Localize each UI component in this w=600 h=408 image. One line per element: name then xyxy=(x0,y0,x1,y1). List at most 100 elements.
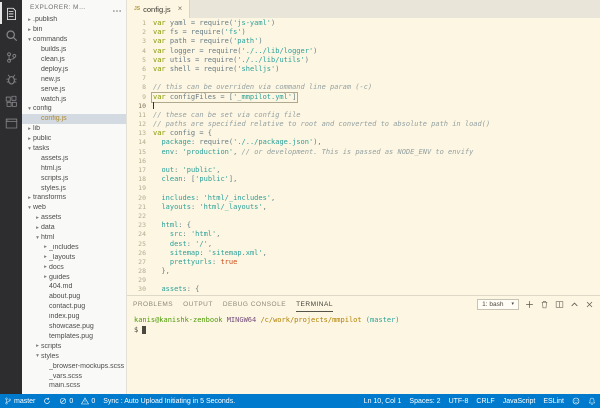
tree-file-watch-js[interactable]: watch.js xyxy=(22,94,126,104)
code-line[interactable]: 20 includes: 'html/_includes', xyxy=(127,194,600,203)
code-line[interactable]: 3var path = require('path') xyxy=(127,37,600,46)
tree-file-about-pug[interactable]: about.pug xyxy=(22,292,126,302)
status-eol[interactable]: CRLF xyxy=(472,394,498,408)
tree-folder-web[interactable]: ▾web xyxy=(22,203,126,213)
explorer-icon[interactable] xyxy=(0,2,22,24)
tree-folder-docs[interactable]: ▸docs xyxy=(22,262,126,272)
code-line[interactable]: 22 xyxy=(127,212,600,221)
tree-folder-assets[interactable]: ▸assets xyxy=(22,213,126,223)
tree-file-html-js[interactable]: html.js xyxy=(22,163,126,173)
tree-folder-html[interactable]: ▾html xyxy=(22,233,126,243)
code-line[interactable]: 1var yaml = require('js-yaml') xyxy=(127,19,600,28)
terminal-picker[interactable]: 1: bash xyxy=(477,299,519,310)
tree-folder-styles[interactable]: ▾styles xyxy=(22,351,126,361)
status-eslint[interactable]: ESLint xyxy=(539,394,568,408)
tree-folder-config[interactable]: ▾config xyxy=(22,104,126,114)
status-notifications[interactable] xyxy=(584,394,600,408)
code-line[interactable]: 26 sitemap: 'sitemap.xml', xyxy=(127,249,600,258)
close-icon[interactable] xyxy=(178,5,183,13)
preview-icon[interactable] xyxy=(0,112,22,134)
code-line[interactable]: 2var fs = require('fs') xyxy=(127,28,600,37)
tab-config-js[interactable]: JS config.js xyxy=(127,0,190,18)
tree-file-contact-pug[interactable]: contact.pug xyxy=(22,302,126,312)
code-line[interactable]: 24 src: 'html', xyxy=(127,230,600,239)
trash-icon[interactable] xyxy=(539,299,549,309)
tree-file-showcase-pug[interactable]: showcase.pug xyxy=(22,322,126,332)
tree-file-index-pug[interactable]: index.pug xyxy=(22,312,126,322)
code-line[interactable]: 19 xyxy=(127,184,600,193)
tree-file-deploy-js[interactable]: deploy.js xyxy=(22,64,126,74)
tree-folder-public[interactable]: ▸public xyxy=(22,134,126,144)
panel-tab-terminal[interactable]: TERMINAL xyxy=(296,296,333,312)
code-line[interactable]: 8// this can be overriden via command li… xyxy=(127,83,600,92)
search-icon[interactable] xyxy=(0,24,22,46)
status-errors[interactable]: 0 xyxy=(55,394,77,408)
code-line[interactable]: 23 html: { xyxy=(127,221,600,230)
code-line[interactable]: 5var utils = require('./../lib/utils') xyxy=(127,56,600,65)
code-line[interactable]: 28 }, xyxy=(127,267,600,276)
code-line[interactable]: 29 xyxy=(127,276,600,285)
tree-folder-scripts[interactable]: ▸scripts xyxy=(22,341,126,351)
status-sync[interactable] xyxy=(39,394,55,408)
code-line[interactable]: 6var shell = require('shelljs') xyxy=(127,65,600,74)
source-control-icon[interactable] xyxy=(0,46,22,68)
status-indentation[interactable]: Spaces: 2 xyxy=(405,394,444,408)
code-line[interactable]: 11// these can be set via config file xyxy=(127,111,600,120)
close-icon[interactable] xyxy=(584,299,594,309)
panel-tab-output[interactable]: OUTPUT xyxy=(183,296,213,312)
status-warnings[interactable]: 0 xyxy=(77,394,99,408)
status-git-branch[interactable]: master xyxy=(0,394,39,408)
tree-file-404-md[interactable]: 404.md xyxy=(22,282,126,292)
panel-tab-debug-console[interactable]: DEBUG CONSOLE xyxy=(223,296,286,312)
tree-file-builds-js[interactable]: builds.js xyxy=(22,45,126,55)
tree-folder--layouts[interactable]: ▸_layouts xyxy=(22,252,126,262)
tree-file-serve-js[interactable]: serve.js xyxy=(22,84,126,94)
terminal-content[interactable]: kanis@kanishk-zenbook MINGW64 /c/work/pr… xyxy=(127,312,600,394)
code-line[interactable]: 15 env: 'production', // or development.… xyxy=(127,148,600,157)
status-language-mode[interactable]: JavaScript xyxy=(499,394,540,408)
code-line[interactable]: 16 xyxy=(127,157,600,166)
tree-file-config-js[interactable]: config.js xyxy=(22,114,126,124)
status-encoding[interactable]: UTF-8 xyxy=(445,394,473,408)
tree-file-scripts-js[interactable]: scripts.js xyxy=(22,173,126,183)
tree-folder-guides[interactable]: ▸guides xyxy=(22,272,126,282)
more-actions-icon[interactable] xyxy=(112,3,122,13)
tree-folder-data[interactable]: ▸data xyxy=(22,223,126,233)
debug-icon[interactable] xyxy=(0,68,22,90)
tree-file-styles-js[interactable]: styles.js xyxy=(22,183,126,193)
chevron-up-icon[interactable] xyxy=(569,299,579,309)
tree-file-new-js[interactable]: new.js xyxy=(22,74,126,84)
code-line[interactable]: 18 clean: ['public'], xyxy=(127,175,600,184)
code-editor[interactable]: 1var yaml = require('js-yaml')2var fs = … xyxy=(127,18,600,295)
tree-folder--includes[interactable]: ▸_includes xyxy=(22,242,126,252)
tree-file-clean-js[interactable]: clean.js xyxy=(22,55,126,65)
tree-folder-commands[interactable]: ▾commands xyxy=(22,35,126,45)
code-line[interactable]: 9var configFiles = ['_mmpilot.yml'] xyxy=(127,93,600,102)
tree-file-assets-js[interactable]: assets.js xyxy=(22,153,126,163)
code-line[interactable]: 14 package: require('./../package.json')… xyxy=(127,138,600,147)
tree-file--vars-scss[interactable]: _vars.scss xyxy=(22,371,126,381)
code-line[interactable]: 21 layouts: 'html/_layouts', xyxy=(127,203,600,212)
status-feedback[interactable] xyxy=(568,394,584,408)
code-line[interactable]: 4var logger = require('./../lib/logger') xyxy=(127,47,600,56)
tree-file-main-scss[interactable]: main.scss xyxy=(22,381,126,391)
tree-folder-tasks[interactable]: ▾tasks xyxy=(22,144,126,154)
extensions-icon[interactable] xyxy=(0,90,22,112)
code-line[interactable]: 25 dest: '/', xyxy=(127,240,600,249)
code-line[interactable]: 10 xyxy=(127,102,600,111)
split-icon[interactable] xyxy=(554,299,564,309)
status-sync-status[interactable]: Sync : Auto Upload Initiating in 5 Secon… xyxy=(99,394,239,408)
code-line[interactable]: 13var config = { xyxy=(127,129,600,138)
panel-tab-problems[interactable]: PROBLEMS xyxy=(133,296,173,312)
status-cursor-position[interactable]: Ln 10, Col 1 xyxy=(360,394,406,408)
tree-folder-bin[interactable]: ▸bin xyxy=(22,25,126,35)
tree-file--browser-mockups-scss[interactable]: _browser-mockups.scss xyxy=(22,361,126,371)
tree-folder-lib[interactable]: ▸lib xyxy=(22,124,126,134)
code-line[interactable]: 12// paths are specified relative to roo… xyxy=(127,120,600,129)
tree-file-templates-pug[interactable]: templates.pug xyxy=(22,332,126,342)
code-line[interactable]: 7 xyxy=(127,74,600,83)
code-line[interactable]: 17 out: 'public', xyxy=(127,166,600,175)
code-line[interactable]: 30 assets: { xyxy=(127,285,600,294)
plus-icon[interactable] xyxy=(524,299,534,309)
code-line[interactable]: 27 prettyurls: true xyxy=(127,258,600,267)
